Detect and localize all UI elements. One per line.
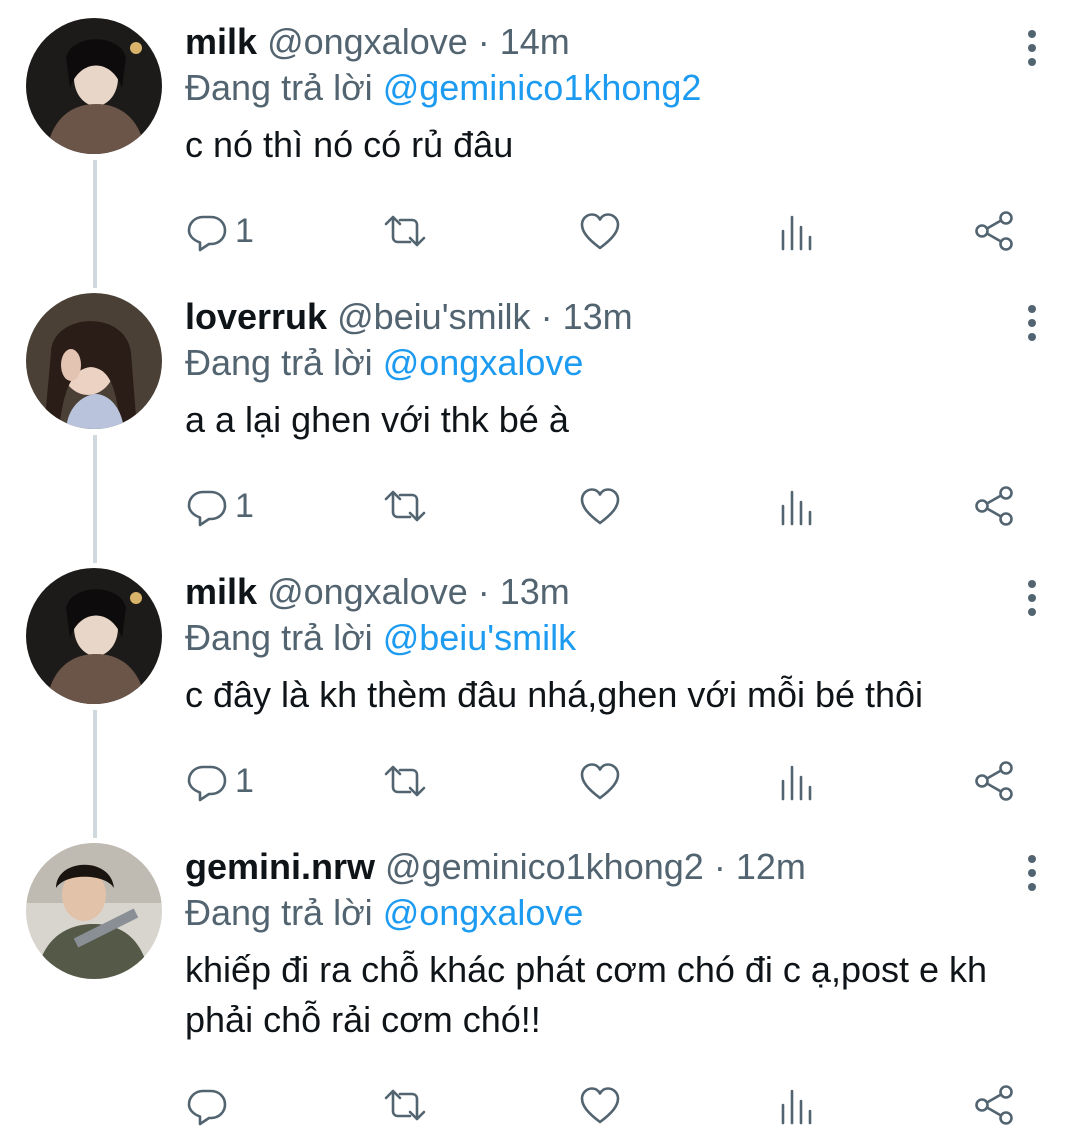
replying-to: Đang trả lời @ongxalove [185,889,1040,937]
reply-count: 1 [235,211,254,250]
share-button[interactable] [973,756,1017,806]
separator: · [713,846,726,887]
mention-link[interactable]: @beiu'smilk [383,617,576,658]
reply-icon [185,1083,229,1127]
views-icon [775,209,819,253]
reply-count: 1 [235,761,254,800]
user-handle[interactable]: @beiu'smilk [337,296,530,337]
share-icon [973,209,1017,253]
share-icon [973,1083,1017,1127]
reply-icon [185,759,229,803]
like-icon [578,759,622,803]
replying-to: Đang trả lời @ongxalove [185,339,1040,387]
retweet-button[interactable] [383,756,427,806]
reply-prefix: Đang trả lời [185,342,373,383]
more-icon[interactable] [1024,578,1040,618]
tweet-item[interactable]: gemini.nrw @geminico1khong2 · 12m Đang t… [0,825,1080,1145]
views-icon [775,1083,819,1127]
avatar[interactable] [26,18,162,154]
user-handle[interactable]: @geminico1khong2 [385,846,704,887]
action-bar [185,1080,1025,1130]
tweet-item[interactable]: milk @ongxalove · 13m Đang trả lời @beiu… [0,550,1080,825]
views-button[interactable] [775,756,819,806]
user-handle[interactable]: @ongxalove [267,21,468,62]
more-icon[interactable] [1024,853,1040,893]
user-name[interactable]: milk [185,21,257,62]
reply-button[interactable]: 1 [185,206,254,256]
like-button[interactable] [578,481,622,531]
views-button[interactable] [775,206,819,256]
share-button[interactable] [973,1080,1017,1130]
user-name[interactable]: loverruk [185,296,327,337]
reply-button[interactable] [185,1080,235,1130]
tweet-header: loverruk @beiu'smilk · 13m [185,295,1040,339]
tweet-text: c đây là kh thèm đâu nhá,ghen với mỗi bé… [185,674,924,715]
user-handle[interactable]: @ongxalove [267,571,468,612]
retweet-icon [383,759,427,803]
views-button[interactable] [775,1080,819,1130]
reply-prefix: Đang trả lời [185,892,373,933]
action-bar: 1 [185,756,1025,806]
replying-to: Đang trả lời @beiu'smilk [185,614,1040,662]
mention-link[interactable]: @ongxalove [383,892,584,933]
user-name[interactable]: gemini.nrw [185,846,375,887]
reply-count: 1 [235,486,254,525]
retweet-button[interactable] [383,481,427,531]
reply-button[interactable]: 1 [185,481,254,531]
more-icon[interactable] [1024,28,1040,68]
mention-link[interactable]: @ongxalove [383,342,584,383]
reply-prefix: Đang trả lời [185,617,373,658]
like-icon [578,209,622,253]
avatar[interactable] [26,293,162,429]
timestamp[interactable]: 12m [736,846,806,887]
like-button[interactable] [578,1080,622,1130]
tweet-header: milk @ongxalove · 14m [185,20,1040,64]
mention-link[interactable]: @geminico1khong2 [383,67,702,108]
like-button[interactable] [578,756,622,806]
more-icon[interactable] [1024,303,1040,343]
retweet-icon [383,484,427,528]
reply-button[interactable]: 1 [185,756,254,806]
replying-to: Đang trả lời @geminico1khong2 [185,64,1040,112]
action-bar: 1 [185,206,1025,256]
avatar[interactable] [26,843,162,979]
tweet-text: a a lại ghen với thk bé à [185,399,569,440]
reply-icon [185,484,229,528]
share-button[interactable] [973,481,1017,531]
like-button[interactable] [578,206,622,256]
tweet-header: gemini.nrw @geminico1khong2 · 12m [185,845,1040,889]
action-bar: 1 [185,481,1025,531]
views-button[interactable] [775,481,819,531]
tweet-header: milk @ongxalove · 13m [185,570,1040,614]
like-icon [578,484,622,528]
views-icon [775,759,819,803]
timestamp[interactable]: 13m [500,571,570,612]
share-icon [973,759,1017,803]
retweet-button[interactable] [383,206,427,256]
retweet-icon [383,209,427,253]
timestamp[interactable]: 13m [563,296,633,337]
retweet-button[interactable] [383,1080,427,1130]
reply-icon [185,209,229,253]
separator: · [477,21,490,62]
tweet-text: khiếp đi ra chỗ khác phát cơm chó đi c ạ… [185,949,988,1040]
avatar[interactable] [26,568,162,704]
reply-prefix: Đang trả lời [185,67,373,108]
user-name[interactable]: milk [185,571,257,612]
tweet-item[interactable]: loverruk @beiu'smilk · 13m Đang trả lời … [0,275,1080,550]
share-button[interactable] [973,206,1017,256]
tweet-text: c nó thì nó có rủ đâu [185,124,514,165]
separator: · [540,296,553,337]
tweet-item[interactable]: milk @ongxalove · 14m Đang trả lời @gemi… [0,0,1080,275]
separator: · [477,571,490,612]
retweet-icon [383,1083,427,1127]
views-icon [775,484,819,528]
like-icon [578,1083,622,1127]
timestamp[interactable]: 14m [500,21,570,62]
share-icon [973,484,1017,528]
